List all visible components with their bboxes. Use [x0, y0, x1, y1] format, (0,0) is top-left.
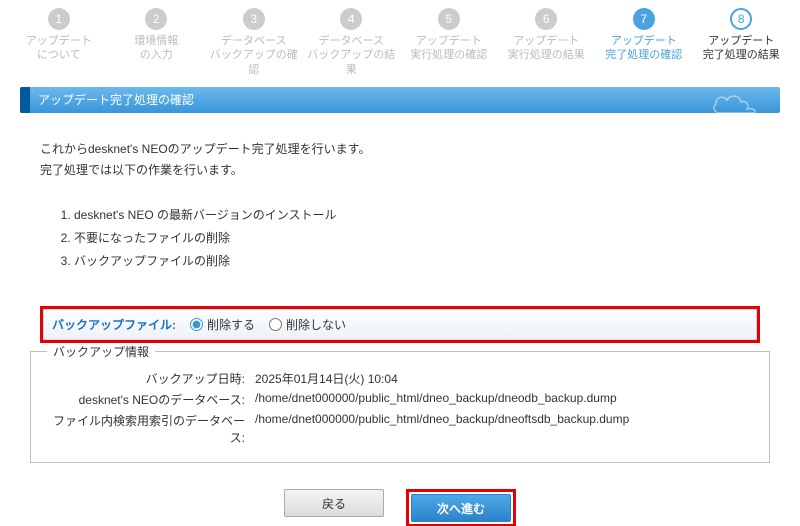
row-key: desknet's NEOのデータベース:: [45, 391, 255, 408]
radio-delete[interactable]: 削除する: [190, 316, 255, 333]
table-row: バックアップ日時: 2025年01月14日(火) 10:04: [45, 370, 755, 387]
step-8: 8 アップデート完了処理の結果: [693, 8, 791, 77]
step-6: 6 アップデート実行処理の結果: [498, 8, 596, 77]
cloud-icon: [710, 91, 770, 113]
table-row: desknet's NEOのデータベース: /home/dnet000000/p…: [45, 391, 755, 408]
stepper: 1 アップデートについて 2 環境情報の入力 3 データベースバックアップの確認…: [0, 0, 800, 83]
step-circle: 1: [48, 8, 70, 30]
backup-option-highlight: バックアップファイル: 削除する 削除しない: [40, 306, 760, 343]
step-circle: 5: [438, 8, 460, 30]
backup-info-legend: バックアップ情報: [47, 343, 155, 360]
row-key: ファイル内検索用索引のデータベース:: [45, 412, 255, 446]
step-label: アップデート完了処理の確認: [595, 34, 693, 63]
row-value: /home/dnet000000/public_html/dneo_backup…: [255, 391, 755, 408]
step-1: 1 アップデートについて: [10, 8, 108, 77]
step-circle: 7: [633, 8, 655, 30]
step-5: 5 アップデート実行処理の確認: [400, 8, 498, 77]
step-circle: 2: [145, 8, 167, 30]
next-button[interactable]: 次へ進む: [411, 494, 511, 522]
step-circle: 6: [535, 8, 557, 30]
step-label: アップデートについて: [10, 34, 108, 63]
row-value: /home/dnet000000/public_html/dneo_backup…: [255, 412, 755, 446]
list-item: バックアップファイルの削除: [74, 250, 760, 273]
step-3: 3 データベースバックアップの確認: [205, 8, 303, 77]
row-value: 2025年01月14日(火) 10:04: [255, 370, 755, 387]
step-label: 環境情報の入力: [108, 34, 206, 63]
backup-option-label: バックアップファイル:: [52, 316, 176, 333]
task-list: desknet's NEO の最新バージョンのインストール 不要になったファイル…: [74, 204, 760, 272]
next-button-highlight: 次へ進む: [406, 489, 516, 526]
step-4: 4 データベースバックアップの結果: [303, 8, 401, 77]
list-item: desknet's NEO の最新バージョンのインストール: [74, 204, 760, 227]
radio-keep[interactable]: 削除しない: [269, 316, 346, 333]
step-circle: 3: [243, 8, 265, 30]
button-row: 戻る 次へ進む: [0, 489, 800, 526]
list-item: 不要になったファイルの削除: [74, 227, 760, 250]
table-row: ファイル内検索用索引のデータベース: /home/dnet000000/publ…: [45, 412, 755, 446]
radio-delete-label: 削除する: [207, 316, 255, 333]
section-header: アップデート完了処理の確認: [20, 87, 780, 113]
step-label: データベースバックアップの確認: [205, 34, 303, 77]
section-marker: [20, 87, 30, 113]
intro-line2: 完了処理では以下の作業を行います。: [40, 160, 760, 182]
step-2: 2 環境情報の入力: [108, 8, 206, 77]
step-circle: 4: [340, 8, 362, 30]
back-button[interactable]: 戻る: [284, 489, 384, 517]
radio-keep-input[interactable]: [269, 318, 282, 331]
step-label: アップデート完了処理の結果: [693, 34, 791, 63]
backup-info-fieldset: バックアップ情報 バックアップ日時: 2025年01月14日(火) 10:04 …: [30, 351, 770, 463]
backup-option-row: バックアップファイル: 削除する 削除しない: [43, 309, 757, 340]
step-label: アップデート実行処理の結果: [498, 34, 596, 63]
step-7-current: 7 アップデート完了処理の確認: [595, 8, 693, 77]
radio-delete-input[interactable]: [190, 318, 203, 331]
step-circle: 8: [730, 8, 752, 30]
intro-text: これからdesknet's NEOのアップデート完了処理を行います。 完了処理で…: [40, 139, 760, 182]
step-label: データベースバックアップの結果: [303, 34, 401, 77]
radio-keep-label: 削除しない: [286, 316, 346, 333]
row-key: バックアップ日時:: [45, 370, 255, 387]
step-label: アップデート実行処理の確認: [400, 34, 498, 63]
section-title: アップデート完了処理の確認: [38, 91, 194, 108]
intro-line1: これからdesknet's NEOのアップデート完了処理を行います。: [40, 139, 760, 161]
